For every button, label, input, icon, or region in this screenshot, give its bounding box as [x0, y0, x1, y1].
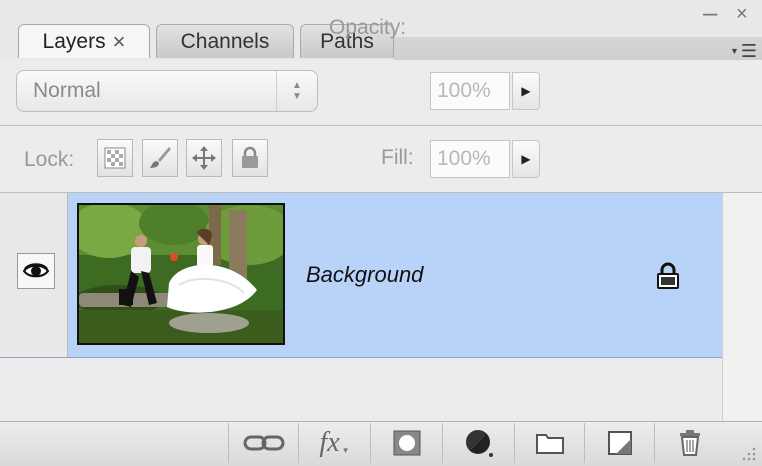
resize-grip-icon[interactable] — [735, 440, 757, 462]
tab-close-icon[interactable]: × — [113, 29, 126, 55]
layer-visibility-toggle[interactable] — [17, 253, 55, 289]
menu-lines-icon: ☰ — [740, 40, 757, 61]
layer-name[interactable]: Background — [306, 262, 423, 288]
lock-all-button[interactable] — [232, 139, 268, 177]
fx-icon: fx — [319, 427, 340, 458]
tab-channels[interactable]: Channels — [156, 24, 294, 58]
dropdown-triangle-icon: ▼ — [341, 446, 350, 455]
fill-label: Fill: — [381, 146, 414, 169]
new-layer-icon — [607, 431, 632, 455]
opacity-input[interactable]: 100% — [430, 72, 510, 110]
tab-channels-label: Channels — [180, 29, 270, 53]
move-lock-icon — [192, 146, 216, 170]
trash-icon — [679, 430, 700, 456]
opacity-value: 100% — [437, 79, 491, 102]
play-arrow-icon: ▶ — [521, 84, 531, 98]
blend-mode-value: Normal — [33, 79, 101, 102]
padlock-icon — [657, 262, 679, 289]
lock-position-button[interactable] — [186, 139, 222, 177]
fill-input[interactable]: 100% — [430, 140, 510, 178]
menu-triangle-icon: ▼ — [729, 46, 739, 56]
delete-layer-button[interactable] — [654, 423, 724, 463]
new-group-button[interactable] — [514, 423, 584, 463]
lock-pixels-button[interactable] — [142, 139, 178, 177]
play-arrow-icon: ▶ — [521, 152, 531, 166]
panel-menu-button[interactable]: ▼ ☰ — [706, 40, 757, 62]
blend-stepper-icon: ▲ ▼ — [276, 71, 317, 111]
blend-mode-select[interactable]: Normal ▲ ▼ — [16, 70, 318, 112]
fill-slider-button[interactable]: ▶ — [512, 140, 540, 178]
wedding-photo-thumbnail — [79, 205, 283, 343]
tab-layers[interactable]: Layers × — [18, 24, 150, 58]
new-layer-button[interactable] — [584, 423, 654, 463]
lock-label: Lock: — [24, 148, 75, 171]
eye-icon — [22, 263, 50, 278]
add-mask-button[interactable] — [370, 423, 442, 463]
new-adjustment-layer-button[interactable] — [442, 423, 514, 463]
opacity-label: Opacity: — [329, 16, 407, 39]
minimize-button[interactable]: – — [703, 0, 717, 25]
fill-value: 100% — [437, 147, 491, 170]
tab-layers-label: Layers — [42, 29, 106, 53]
layer-locked-indicator — [655, 262, 681, 295]
layer-mask-icon — [393, 430, 420, 456]
transparency-lock-icon — [104, 147, 126, 169]
layer-list-empty-area — [0, 358, 722, 421]
new-group-icon — [535, 434, 564, 454]
layer-style-button[interactable]: fx ▼ — [298, 423, 370, 463]
layer-list-scrollbar[interactable] — [722, 193, 762, 421]
blend-options-row: Normal ▲ ▼ — [0, 60, 762, 126]
link-layers-icon — [243, 435, 284, 451]
opacity-slider-button[interactable]: ▶ — [512, 72, 540, 110]
brush-lock-icon — [150, 147, 171, 168]
lock-transparency-button[interactable] — [97, 139, 133, 177]
adjustment-layer-icon — [465, 430, 493, 457]
link-layers-button[interactable] — [228, 423, 298, 463]
layer-thumbnail[interactable] — [77, 203, 285, 345]
padlock-icon — [242, 146, 258, 168]
